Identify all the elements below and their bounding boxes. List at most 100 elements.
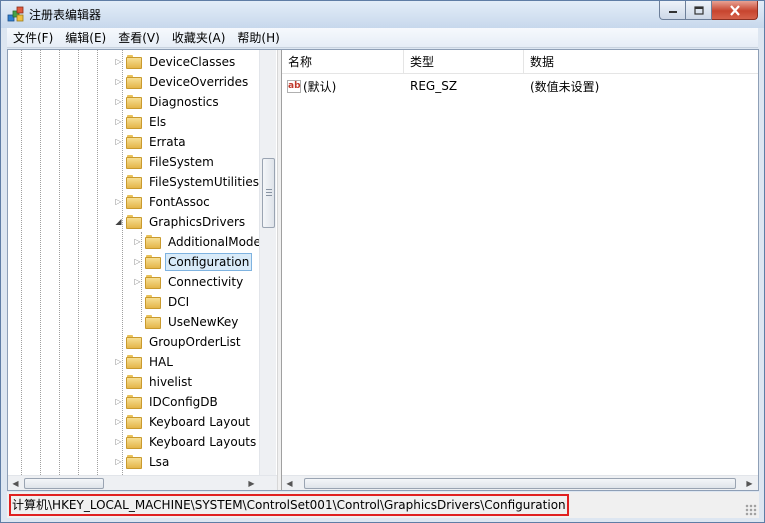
status-bar: 计算机\HKEY_LOCAL_MACHINE\SYSTEM\ControlSet… xyxy=(7,492,759,518)
tree-item[interactable]: FileSystem xyxy=(114,152,217,172)
folder-icon xyxy=(126,395,142,409)
value-name-cell: ab (默认) xyxy=(282,78,404,95)
tree-item[interactable]: GroupOrderList xyxy=(114,332,244,352)
window-title: 注册表编辑器 xyxy=(29,8,102,22)
tree-item[interactable]: DCI xyxy=(133,292,192,312)
menu-view[interactable]: 查看(V) xyxy=(112,28,166,48)
tree-item-label: UseNewKey xyxy=(168,315,239,329)
tree-item[interactable]: ▷ Errata xyxy=(114,132,189,152)
expand-arrow-icon[interactable]: ▷ xyxy=(114,77,123,86)
expand-arrow-icon[interactable]: ▷ xyxy=(114,137,123,146)
expand-arrow-icon[interactable]: ▷ xyxy=(114,417,123,426)
list-header: 名称 类型 数据 xyxy=(282,50,758,74)
menu-help[interactable]: 帮助(H) xyxy=(231,28,285,48)
tree-item[interactable]: ▷ DeviceClasses xyxy=(114,52,238,72)
window-controls xyxy=(659,1,758,21)
minimize-button[interactable] xyxy=(659,1,686,20)
resize-grip-icon[interactable] xyxy=(745,504,757,516)
tree-item-label: Diagnostics xyxy=(149,95,219,109)
folder-icon xyxy=(145,275,161,289)
scroll-left-icon[interactable]: ◀ xyxy=(282,476,297,490)
tree-item[interactable]: ▷ FontAssoc xyxy=(114,192,213,212)
expand-arrow-icon[interactable]: ▷ xyxy=(114,57,123,66)
expand-arrow-icon[interactable]: ▷ xyxy=(133,237,142,246)
tree-item[interactable]: FileSystemUtilities xyxy=(114,172,262,192)
maximize-icon xyxy=(693,5,704,15)
tree-item-label: Lsa xyxy=(149,455,170,469)
tree-item[interactable]: ▷ AdditionalMode xyxy=(133,232,264,252)
collapse-arrow-icon[interactable]: ◢ xyxy=(114,217,123,226)
close-button[interactable] xyxy=(712,1,758,20)
tree-guide-line xyxy=(97,50,98,475)
value-row[interactable]: ab (默认) REG_SZ (数值未设置) xyxy=(282,76,758,96)
expand-arrow-icon[interactable]: ▷ xyxy=(114,457,123,466)
expand-arrow-icon[interactable]: ▷ xyxy=(114,437,123,446)
folder-icon xyxy=(126,55,142,69)
tree-item-label: FontAssoc xyxy=(149,195,210,209)
column-header-type[interactable]: 类型 xyxy=(404,50,524,74)
maximize-button[interactable] xyxy=(686,1,712,20)
column-header-name[interactable]: 名称 xyxy=(282,50,404,74)
menu-bar: 文件(F) 编辑(E) 查看(V) 收藏夹(A) 帮助(H) xyxy=(7,28,758,48)
expand-arrow-icon[interactable]: ▷ xyxy=(114,97,123,106)
tree-item[interactable]: UseNewKey xyxy=(133,312,241,332)
expand-arrow-icon xyxy=(114,177,123,186)
expand-arrow-icon[interactable]: ▷ xyxy=(114,117,123,126)
tree-item[interactable]: ▷ IDConfigDB xyxy=(114,392,221,412)
registry-editor-window: 注册表编辑器 文件(F) 编辑(E) 查看(V) 收藏夹(A) 帮助(H) ▷ … xyxy=(0,0,765,523)
tree-item[interactable]: ▷ Connectivity xyxy=(133,272,246,292)
tree-item-label: HAL xyxy=(149,355,173,369)
tree-item[interactable]: ▷ HAL xyxy=(114,352,176,372)
value-name: (默认) xyxy=(303,79,337,94)
folder-icon xyxy=(145,295,161,309)
folder-icon xyxy=(126,415,142,429)
tree-item[interactable]: ◢ GraphicsDrivers xyxy=(114,212,248,232)
expand-arrow-icon[interactable]: ▷ xyxy=(133,277,142,286)
tree-item[interactable]: ▷ Keyboard Layouts xyxy=(114,432,259,452)
tree-item-selected[interactable]: ▷ Configuration xyxy=(133,252,253,272)
tree-horizontal-scrollbar[interactable]: ◀ ▶ xyxy=(8,475,277,490)
folder-icon xyxy=(126,95,142,109)
scrollbar-thumb[interactable] xyxy=(262,158,275,228)
scrollbar-thumb[interactable] xyxy=(304,478,736,489)
tree-item-label: Errata xyxy=(149,135,186,149)
scrollbar-thumb[interactable] xyxy=(24,478,104,489)
expand-arrow-icon[interactable]: ▷ xyxy=(114,397,123,406)
tree-guide-line xyxy=(21,50,22,475)
main-content: ▷ DeviceClasses ▷ DeviceOverrides ▷ Diag… xyxy=(7,49,759,491)
title-bar[interactable]: 注册表编辑器 xyxy=(1,1,764,28)
value-data: (数值未设置) xyxy=(530,79,600,94)
tree-vertical-scrollbar[interactable] xyxy=(259,50,276,475)
folder-icon xyxy=(126,355,142,369)
scroll-right-icon[interactable]: ▶ xyxy=(244,476,259,490)
folder-icon xyxy=(126,375,142,389)
folder-icon xyxy=(126,75,142,89)
tree-item[interactable]: ▷ Diagnostics xyxy=(114,92,222,112)
tree-item[interactable]: ▷ Lsa xyxy=(114,452,172,472)
expand-arrow-icon[interactable]: ▷ xyxy=(114,357,123,366)
tree-item-label: FileSystem xyxy=(149,155,214,169)
column-header-data[interactable]: 数据 xyxy=(524,50,758,74)
folder-icon xyxy=(145,255,161,269)
menu-favorites[interactable]: 收藏夹(A) xyxy=(166,28,232,48)
expand-arrow-icon xyxy=(133,297,142,306)
tree-item[interactable]: ▷ Keyboard Layout xyxy=(114,412,253,432)
expand-arrow-icon[interactable]: ▷ xyxy=(114,197,123,206)
menu-file[interactable]: 文件(F) xyxy=(7,28,59,48)
folder-icon xyxy=(126,155,142,169)
folder-icon xyxy=(145,235,161,249)
tree-item-label: GroupOrderList xyxy=(149,335,241,349)
expand-arrow-icon[interactable]: ▷ xyxy=(133,257,142,266)
menu-edit[interactable]: 编辑(E) xyxy=(59,28,112,48)
tree-item[interactable]: ▷ Els xyxy=(114,112,169,132)
tree-guide-line xyxy=(59,50,60,475)
tree-item-label: DeviceOverrides xyxy=(149,75,249,89)
tree-item-label: Keyboard Layouts xyxy=(149,435,257,449)
tree-item[interactable]: hivelist xyxy=(114,372,195,392)
tree-item[interactable]: ▷ DeviceOverrides xyxy=(114,72,251,92)
expand-arrow-icon xyxy=(114,157,123,166)
scroll-left-icon[interactable]: ◀ xyxy=(8,476,23,490)
folder-icon xyxy=(126,115,142,129)
list-horizontal-scrollbar[interactable]: ◀ ▶ xyxy=(282,475,758,490)
scroll-right-icon[interactable]: ▶ xyxy=(742,476,757,490)
